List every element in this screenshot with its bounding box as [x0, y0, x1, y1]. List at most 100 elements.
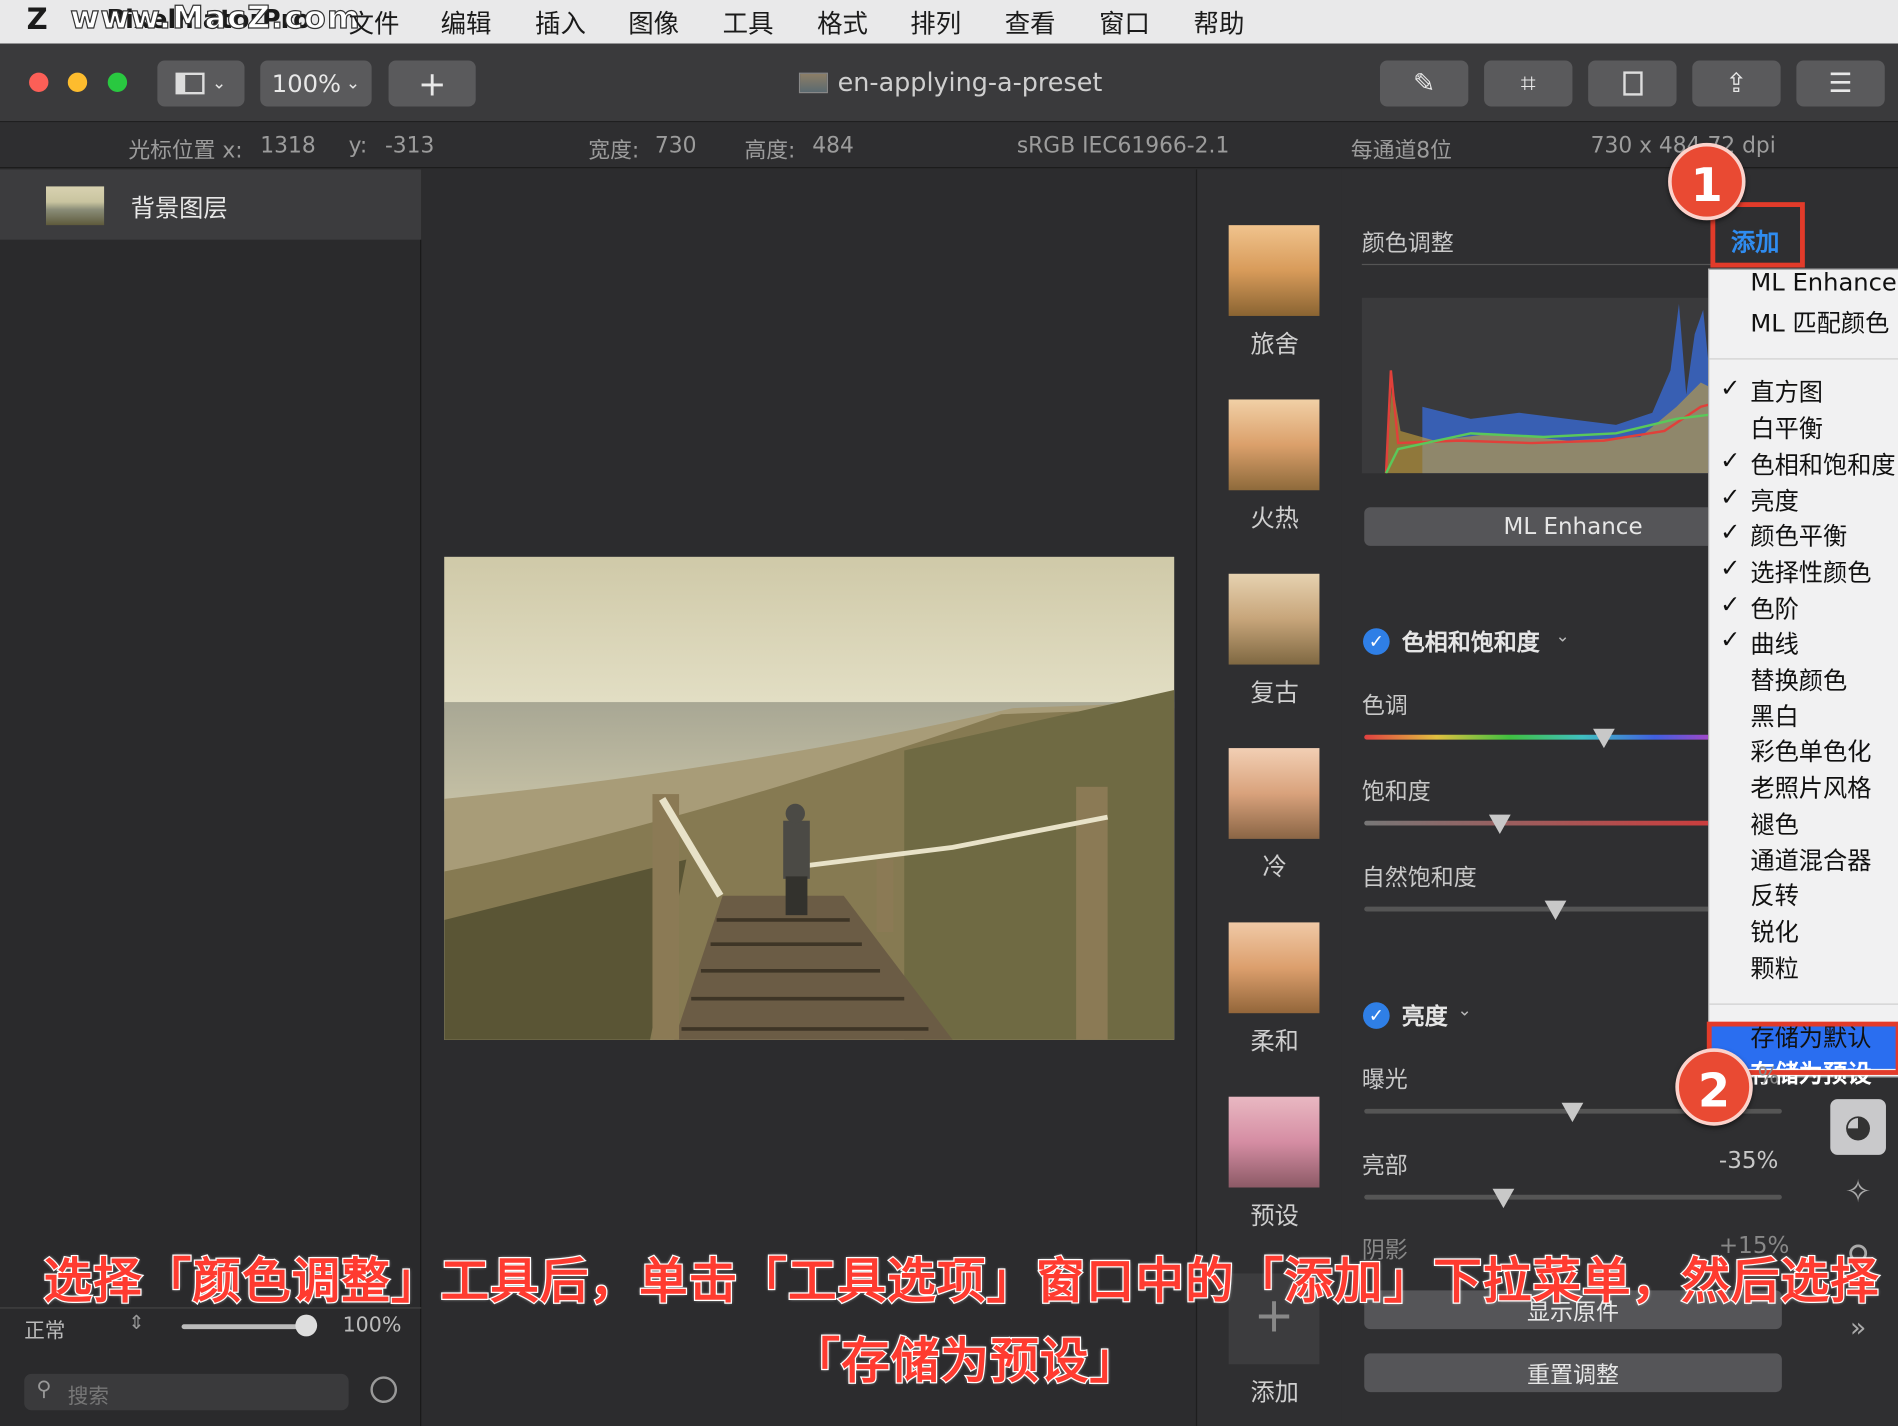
menu-item[interactable]: ML Enhance [1750, 268, 1896, 297]
opacity-knob[interactable] [295, 1314, 318, 1337]
menu-separator [1709, 1003, 1898, 1006]
menu-item[interactable]: 色相和饱和度 [1750, 445, 1895, 480]
export-button[interactable] [1588, 60, 1677, 107]
menu-item[interactable]: 锐化 [1750, 913, 1798, 948]
menu-item[interactable]: 颜色平衡 [1750, 517, 1847, 552]
saturation-slider-knob[interactable] [1488, 814, 1511, 835]
menu-item[interactable]: 褪色 [1750, 805, 1798, 840]
menu-item[interactable]: ML 匹配颜色 [1750, 303, 1889, 338]
share-icon: ⇪ [1725, 68, 1748, 99]
preset-label: 旅舍 [1250, 329, 1299, 359]
chevron-down-icon[interactable]: ⌄ [1457, 1001, 1471, 1020]
preset-label: 冷 [1262, 852, 1287, 882]
document-icon [1622, 71, 1643, 96]
hue-slider-knob[interactable] [1593, 728, 1615, 749]
menu-item[interactable]: 选择性颜色 [1750, 553, 1871, 588]
search-field[interactable]: ⚲ 搜索 [24, 1373, 349, 1411]
preset-thumb-hot[interactable] [1228, 399, 1320, 491]
layer-row[interactable]: 背景图层 [0, 169, 422, 240]
share-button[interactable]: ⇪ [1692, 60, 1781, 107]
photo-canvas[interactable] [444, 556, 1175, 1040]
menu-arrange[interactable]: 排列 [910, 5, 961, 41]
slider-label: 色调 [1361, 692, 1408, 720]
hue-slider-track[interactable] [1364, 734, 1728, 740]
blend-mode-select[interactable]: 正常 [24, 1313, 65, 1343]
add-preset-label: 添加 [1250, 1377, 1299, 1407]
menu-tools[interactable]: 工具 [723, 5, 774, 41]
menu-item[interactable]: 通道混合器 [1750, 841, 1871, 876]
crop-tool-button[interactable]: ⌗ [1484, 60, 1573, 107]
minimize-button[interactable] [67, 72, 88, 92]
preset-thumb-soft[interactable] [1228, 922, 1320, 1014]
menu-item[interactable]: 彩色单色化 [1750, 733, 1871, 768]
menu-edit[interactable]: 编辑 [441, 5, 492, 41]
light-enabled-checkbox[interactable]: ✓ [1363, 1002, 1390, 1029]
paint-tool-button[interactable]: ✎ [1379, 60, 1469, 107]
menu-format[interactable]: 格式 [817, 5, 868, 41]
add-adjustment-menu: ML Enhance ML 匹配颜色 ✓ 直方图 白平衡 ✓ 色相和饱和度 ✓ 亮度 ✓ 颜色平衡 ✓… [1708, 268, 1898, 1088]
menu-window[interactable]: 窗口 [1099, 5, 1150, 41]
menu-item[interactable]: 亮度 [1750, 481, 1798, 516]
title-divider [1361, 263, 1725, 266]
sliders-icon: ☰ [1828, 68, 1853, 99]
partial-percent: % [1757, 1062, 1780, 1090]
checkmark-icon: ✓ [1720, 373, 1741, 403]
preset-thumb-cold[interactable] [1228, 748, 1320, 839]
menu-item[interactable]: 老照片风格 [1750, 769, 1871, 804]
preset-label: 火热 [1250, 503, 1299, 533]
zoom-window-button[interactable] [107, 72, 128, 92]
chevron-down-icon: ⌄ [345, 73, 361, 94]
hue-section-title[interactable]: 色相和饱和度 [1402, 625, 1540, 658]
close-button[interactable] [29, 72, 49, 92]
exposure-slider-knob[interactable] [1561, 1102, 1584, 1123]
cursor-y-value: -313 [384, 133, 435, 159]
info-bar: 光标位置 x: 1318 y: -313 宽度: 730 高度: 484 sRG… [0, 122, 1898, 169]
histogram-graph [1384, 303, 1726, 474]
menu-item[interactable]: 黑白 [1750, 697, 1798, 732]
filter-icon[interactable] [370, 1376, 398, 1403]
menu-file[interactable]: 文件 [349, 5, 400, 41]
tool-options-button[interactable]: ☰ [1796, 60, 1885, 107]
caption-line-1: 选择「颜色调整」工具后，单击「工具选项」窗口中的「添加」下拉菜单，然后选择 [42, 1253, 1880, 1311]
vibrance-slider-knob[interactable] [1544, 900, 1567, 920]
chevron-down-icon: ⌄ [211, 73, 227, 94]
menu-item[interactable]: 替换颜色 [1750, 661, 1847, 696]
reset-adjustments-button[interactable]: 重置调整 [1364, 1353, 1782, 1393]
highlights-slider-track[interactable] [1364, 1194, 1782, 1200]
hue-enabled-checkbox[interactable]: ✓ [1363, 628, 1390, 655]
chevron-down-icon[interactable]: ⌄ [1555, 627, 1569, 646]
menu-insert[interactable]: 插入 [535, 5, 586, 41]
add-layer-button[interactable]: + [388, 60, 476, 107]
bit-depth: 每通道8位 [1350, 137, 1452, 164]
slider-label: 饱和度 [1361, 778, 1431, 805]
width-value: 730 [654, 133, 697, 159]
document-icon [798, 72, 828, 94]
menu-item[interactable]: 直方图 [1750, 373, 1823, 408]
search-placeholder: 搜索 [67, 1384, 109, 1410]
canvas-area [422, 169, 1195, 1426]
color-adjust-icon[interactable]: ◕ [1830, 1099, 1886, 1155]
saturation-slider-track[interactable] [1364, 820, 1728, 826]
preset-thumb-hostel[interactable] [1228, 225, 1320, 316]
menu-item[interactable]: 曲线 [1750, 625, 1798, 660]
highlights-slider-knob[interactable] [1492, 1188, 1515, 1209]
preset-thumb-custom[interactable] [1228, 1096, 1320, 1188]
menu-item[interactable]: 白平衡 [1750, 409, 1823, 444]
height-label: 高度: [744, 137, 796, 164]
highlights-value: -35% [1718, 1147, 1779, 1175]
search-icon: ⚲ [36, 1377, 52, 1402]
zoom-dropdown[interactable]: 100% ⌄ [260, 60, 372, 107]
width-label: 宽度: [588, 137, 640, 164]
menu-help[interactable]: 帮助 [1194, 5, 1245, 41]
light-section-title[interactable]: 亮度 [1402, 999, 1448, 1032]
menu-item[interactable]: 反转 [1750, 877, 1798, 912]
sidebar-toggle-button[interactable]: ⌄ [157, 60, 245, 107]
effects-icon[interactable]: ✧ [1830, 1165, 1886, 1221]
apple-icon[interactable]: Z [27, 2, 48, 36]
menu-item[interactable]: 色阶 [1750, 589, 1798, 624]
preset-thumb-vintage[interactable] [1228, 573, 1320, 665]
menu-item[interactable]: 颗粒 [1750, 949, 1798, 984]
menu-view[interactable]: 查看 [1005, 5, 1056, 41]
menu-bar: Z PixelmatorPro www.MacZ.com 文件 编辑 插入 图像… [0, 0, 1898, 44]
menu-image[interactable]: 图像 [628, 5, 679, 41]
